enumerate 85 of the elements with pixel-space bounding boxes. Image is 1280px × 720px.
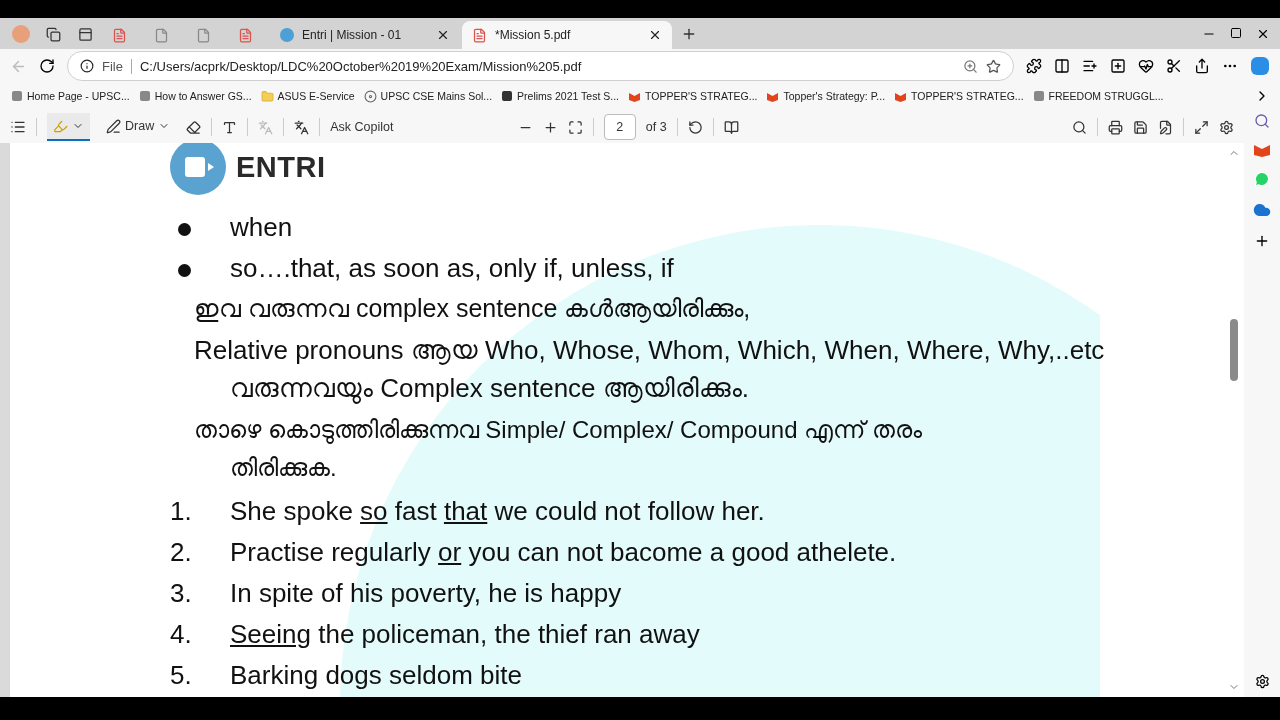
bookmark[interactable]: TOPPER'S STRATEG... [627,90,759,102]
site-icon [11,90,23,102]
refresh-icon[interactable] [39,58,55,74]
item-number: 5. [170,660,193,691]
highlighter-icon [53,118,68,134]
sentence-text: In spite of his poverty, he is happy [230,578,622,609]
pdf-icon [238,27,253,43]
page-count: of 3 [645,120,667,134]
bookmark[interactable]: ASUS E-Service [259,89,356,103]
site-icon [138,90,151,102]
brand-name: ENTRI [236,150,326,184]
close-icon[interactable] [436,28,450,42]
bookmark[interactable]: How to Answer GS... [137,90,253,102]
search-icon[interactable] [1254,113,1270,129]
page-view-icon[interactable] [723,119,739,135]
heart-pulse-icon[interactable] [1138,58,1154,74]
bookmark[interactable]: Prelims 2021 Test S... [500,90,620,102]
highlight-button[interactable] [47,113,90,141]
file-icon [154,27,169,43]
note-text: താഴെ കൊടുത്തിരിക്കുന്നവ Simple/ Complex/ Compound എന്ന് തരം തിരിക്കുക. [194,415,923,483]
cloud-icon[interactable] [1253,201,1271,219]
sentence-text: She spoke so fast that we could not follow her. [230,496,765,527]
favorites-icon[interactable] [1082,58,1098,74]
bullet-text: when [230,212,293,243]
pen-icon [106,118,121,134]
file-icon [196,27,211,43]
scrollbar-thumb[interactable] [1230,319,1238,381]
draw-button[interactable]: Draw [100,113,177,141]
item-number: 4. [170,619,193,650]
bookmark[interactable]: UPSC CSE Mains Sol... [362,89,494,103]
book-icon [766,90,780,102]
save-as-icon[interactable] [1158,119,1173,135]
zoom-in-icon[interactable] [542,119,558,135]
note-text: ഇവ വരുന്നവ complex sentence കൾആയിരിക്കും, [194,293,752,325]
site-icon [280,28,294,42]
split-screen-icon[interactable] [1054,58,1070,74]
eraser-icon[interactable] [186,119,202,135]
fit-page-icon[interactable] [567,119,583,135]
save-icon[interactable] [1133,119,1148,135]
translate-icon[interactable] [294,119,310,135]
sentence-text: Seeing the policeman, the thief ran away [230,619,700,650]
site-icon [501,90,514,102]
address-bar[interactable]: File C:/Users/acprk/Desktop/LDC%20October%2019%20Exam/Mission%205.pdf [67,51,1014,81]
bullet-text: so….that, as soon as, only if, unless, if [230,253,674,284]
rotate-icon[interactable] [687,119,703,135]
book-icon [628,90,641,102]
maximize-icon[interactable] [1230,26,1242,39]
close-icon[interactable] [648,28,662,42]
share-icon[interactable] [1194,58,1210,74]
bookmark[interactable]: Home Page - UPSC... [10,90,131,102]
tab-title: *Mission 5.pdf [495,28,572,42]
browser-tab[interactable]: Entri | Mission - 01 [270,21,460,49]
scissors-icon[interactable] [1166,58,1182,74]
sentence-text: Practise regularly or you can not bacome a good athelete. [230,537,897,568]
text-icon[interactable] [222,119,238,135]
print-icon[interactable] [1108,119,1123,135]
extensions-icon[interactable] [1026,58,1042,74]
bookmark[interactable]: FREEDOM STRUGGL... [1031,90,1165,102]
bullet-icon [178,223,191,236]
contents-icon[interactable] [10,119,26,135]
item-number: 2. [170,537,193,568]
settings-icon[interactable] [1219,119,1234,135]
pdf-icon [472,27,487,43]
browser-tab[interactable]: *Mission 5.pdf [462,21,672,49]
pdf-icon [112,27,127,43]
disc-icon [363,89,377,103]
item-number: 1. [170,496,193,527]
settings-icon[interactable] [1254,674,1270,689]
item-number: 3. [170,578,193,609]
collections-icon[interactable] [1110,58,1126,74]
search-icon[interactable] [1072,119,1087,135]
book-icon [894,90,908,102]
bullet-icon [178,264,191,277]
page-number-field[interactable]: 2 [603,114,636,140]
note-text: Relative pronouns ആയ Who, Whose, Whom, Which, When, Where, Why,..etc വരുന്നവയും Complex sentence ആയിരിക്കും. [194,334,1106,406]
sentence-text: Barking dogs seldom bite [230,660,522,691]
folder-icon [260,89,274,103]
site-icon [1032,90,1045,102]
ask-copilot-button[interactable]: Ask Copilot [330,120,394,134]
bookmark[interactable]: TOPPER'S STRATEG... [893,90,1025,102]
bookmark[interactable]: Topper's Strategy: P... [765,90,887,102]
tab-title: Entri | Mission - 01 [302,28,403,42]
book-icon[interactable] [1253,143,1271,157]
fullscreen-icon[interactable] [1194,119,1209,135]
add-icon[interactable] [1254,233,1270,249]
